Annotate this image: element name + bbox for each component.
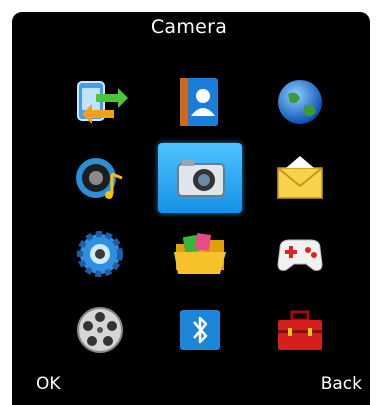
menu-item-contacts[interactable] bbox=[158, 67, 242, 137]
camera-icon bbox=[177, 160, 225, 197]
envelope-icon bbox=[277, 156, 323, 199]
speaker-music-icon bbox=[76, 158, 123, 199]
menu-item-files[interactable] bbox=[158, 219, 242, 289]
bluetooth-icon bbox=[180, 310, 220, 350]
menu-item-music[interactable] bbox=[58, 143, 142, 213]
menu-item-video[interactable] bbox=[58, 295, 142, 365]
toolbox-icon bbox=[278, 310, 322, 350]
globe-icon bbox=[278, 80, 322, 124]
gamepad-icon bbox=[277, 239, 323, 271]
menu-item-settings[interactable] bbox=[58, 219, 142, 289]
folder-icon bbox=[174, 233, 226, 274]
contacts-transfer-icon bbox=[77, 81, 128, 124]
screen-title: Camera bbox=[150, 16, 228, 38]
film-reel-icon bbox=[77, 307, 123, 353]
menu-item-messages[interactable] bbox=[258, 143, 342, 213]
menu-item-games[interactable] bbox=[258, 219, 342, 289]
menu-item-phonebook-transfer[interactable] bbox=[58, 67, 142, 137]
menu-item-tools[interactable] bbox=[258, 295, 342, 365]
gear-icon bbox=[77, 231, 123, 277]
menu-item-internet[interactable] bbox=[258, 67, 342, 137]
back-softkey[interactable]: Back bbox=[321, 374, 362, 394]
ok-softkey[interactable]: OK bbox=[36, 374, 61, 394]
menu-item-camera[interactable] bbox=[158, 143, 242, 213]
address-book-icon bbox=[180, 78, 218, 126]
menu-item-bluetooth[interactable] bbox=[158, 295, 242, 365]
